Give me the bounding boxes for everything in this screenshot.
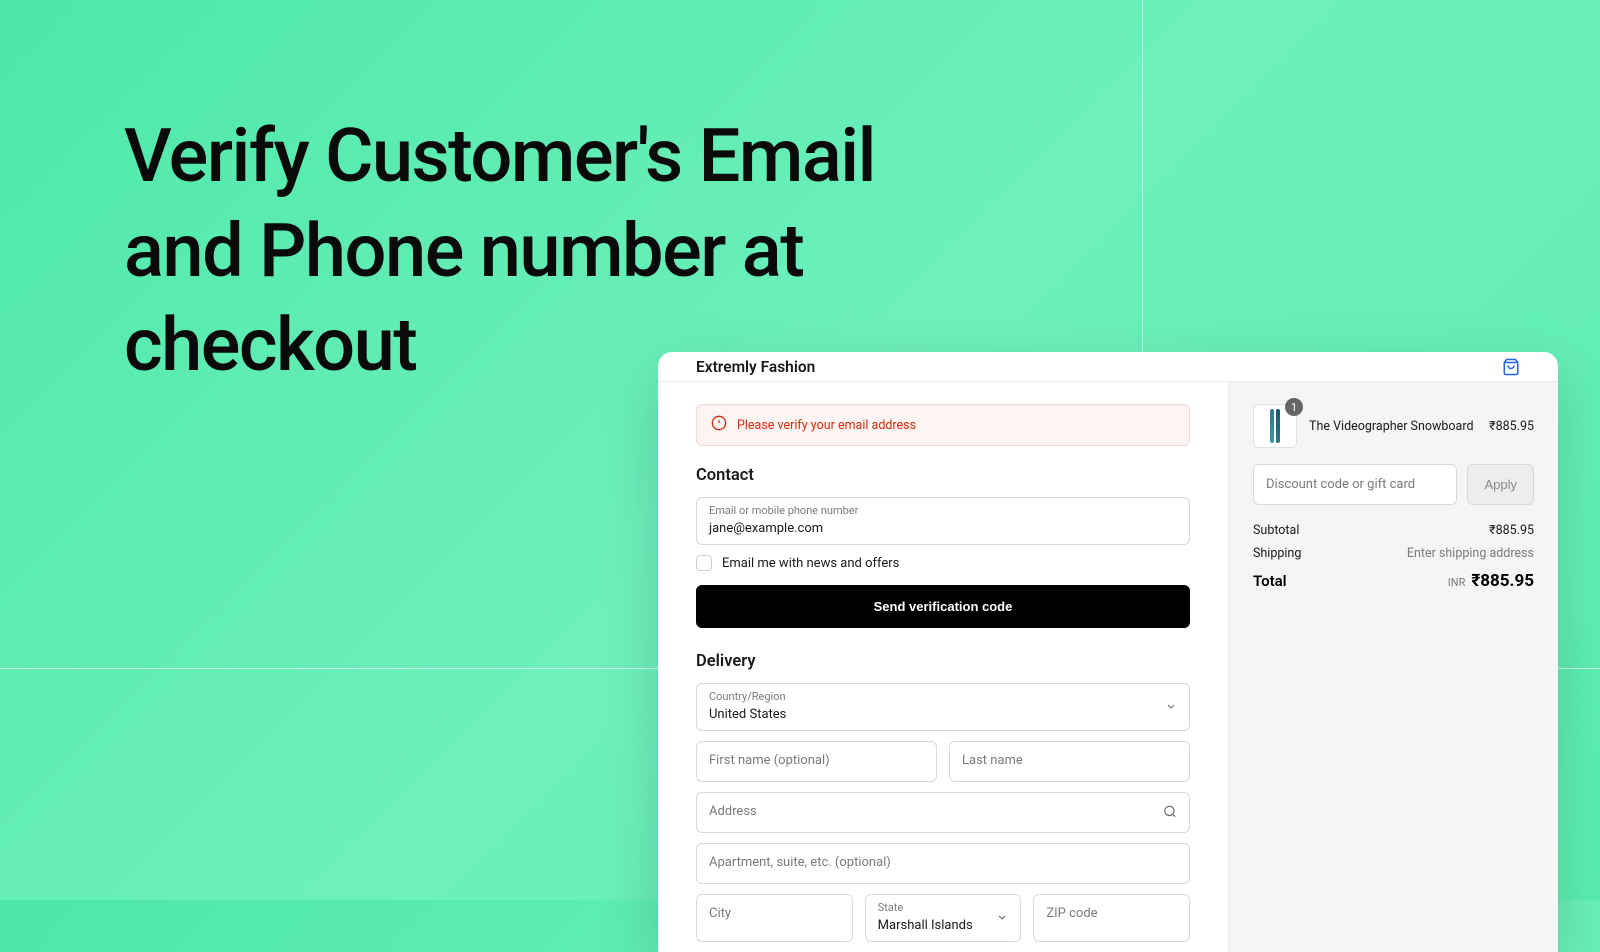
- news-offers-checkbox-row[interactable]: Email me with news and offers: [696, 555, 1190, 571]
- checkout-content: Please verify your email address Contact…: [658, 382, 1558, 952]
- subtotal-label: Subtotal: [1253, 523, 1299, 538]
- product-name: The Videographer Snowboard: [1309, 419, 1477, 434]
- shipping-value: Enter shipping address: [1407, 546, 1534, 561]
- total-value: INR₹885.95: [1448, 571, 1534, 591]
- country-value: United States: [709, 707, 786, 722]
- zip-field[interactable]: ZIP code: [1033, 894, 1190, 942]
- window-header: Extremly Fashion: [658, 352, 1558, 382]
- quantity-badge: 1: [1285, 398, 1303, 416]
- checkout-form-column: Please verify your email address Contact…: [658, 382, 1228, 952]
- send-verification-button[interactable]: Send verification code: [696, 585, 1190, 628]
- checkbox-icon[interactable]: [696, 555, 712, 571]
- last-name-placeholder: Last name: [962, 748, 1177, 773]
- alert-message: Please verify your email address: [737, 418, 916, 433]
- subtotal-row: Subtotal ₹885.95: [1253, 523, 1534, 538]
- apply-discount-button[interactable]: Apply: [1467, 464, 1534, 505]
- order-summary-column: 1 The Videographer Snowboard ₹885.95 Dis…: [1228, 382, 1558, 952]
- country-label: Country/Region: [709, 690, 1177, 703]
- country-select[interactable]: Country/Region United States: [696, 683, 1190, 731]
- product-price: ₹885.95: [1489, 419, 1534, 434]
- shopping-bag-icon[interactable]: [1502, 358, 1520, 376]
- discount-code-input[interactable]: Discount code or gift card: [1253, 464, 1457, 505]
- city-placeholder: City: [709, 901, 840, 926]
- product-image: [1270, 409, 1274, 443]
- shipping-label: Shipping: [1253, 546, 1301, 561]
- subtotal-value: ₹885.95: [1489, 523, 1534, 538]
- zip-placeholder: ZIP code: [1046, 901, 1177, 926]
- currency-code: INR: [1448, 576, 1466, 589]
- product-image: [1276, 409, 1280, 443]
- address-field[interactable]: Address: [696, 792, 1190, 833]
- apartment-placeholder: Apartment, suite, etc. (optional): [709, 850, 1177, 875]
- state-label: State: [878, 901, 1009, 914]
- total-label: Total: [1253, 572, 1287, 590]
- address-placeholder: Address: [709, 799, 1177, 824]
- news-offers-label: Email me with news and offers: [722, 556, 899, 571]
- email-phone-value: jane@example.com: [709, 521, 823, 536]
- state-value: Marshall Islands: [878, 918, 973, 933]
- cart-item: 1 The Videographer Snowboard ₹885.95: [1253, 404, 1534, 448]
- search-icon: [1163, 803, 1177, 822]
- email-phone-field[interactable]: Email or mobile phone number jane@exampl…: [696, 497, 1190, 545]
- apartment-field[interactable]: Apartment, suite, etc. (optional): [696, 843, 1190, 884]
- store-name: Extremly Fashion: [696, 358, 815, 376]
- checkout-window: Extremly Fashion Please verify your emai…: [658, 352, 1558, 952]
- city-field[interactable]: City: [696, 894, 853, 942]
- last-name-field[interactable]: Last name: [949, 741, 1190, 782]
- email-phone-label: Email or mobile phone number: [709, 504, 1177, 517]
- state-select[interactable]: State Marshall Islands: [865, 894, 1022, 942]
- chevron-down-icon: [996, 909, 1008, 928]
- chevron-down-icon: [1165, 698, 1177, 717]
- total-row: Total INR₹885.95: [1253, 571, 1534, 591]
- contact-section-title: Contact: [696, 466, 1190, 485]
- first-name-field[interactable]: First name (optional): [696, 741, 937, 782]
- alert-icon: [711, 415, 727, 435]
- shipping-row: Shipping Enter shipping address: [1253, 546, 1534, 561]
- first-name-placeholder: First name (optional): [709, 748, 924, 773]
- delivery-section-title: Delivery: [696, 652, 1190, 671]
- product-thumbnail: 1: [1253, 404, 1297, 448]
- verify-email-alert: Please verify your email address: [696, 404, 1190, 446]
